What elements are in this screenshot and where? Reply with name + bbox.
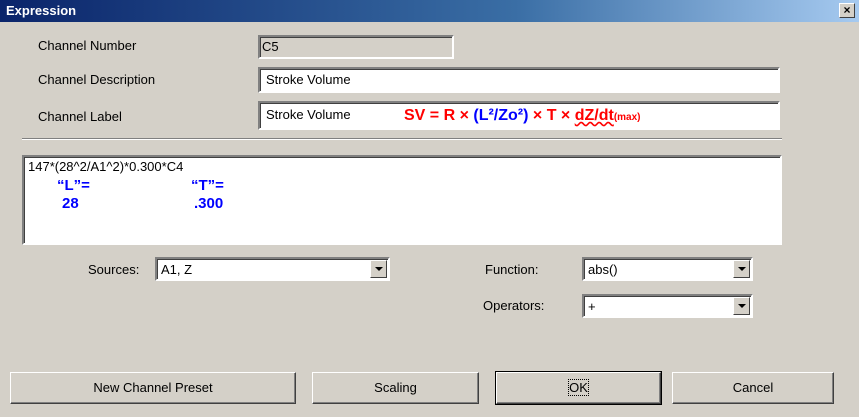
ok-button[interactable]: OK [495, 371, 662, 405]
scaling-button[interactable]: Scaling [312, 372, 479, 404]
chevron-down-icon[interactable] [733, 297, 750, 315]
channel-description-input[interactable]: Stroke Volume [258, 67, 780, 93]
formula-annotation: SV = R × (L²/Zo²) × T × dZ/dt(max) [404, 107, 641, 125]
channel-number-value: C5 [262, 39, 279, 54]
new-channel-preset-button[interactable]: New Channel Preset [10, 372, 296, 404]
channel-label-label: Channel Label [38, 109, 122, 124]
operators-value: + [588, 299, 596, 314]
cancel-button[interactable]: Cancel [672, 372, 834, 404]
expression-editor[interactable]: 147*(28^2/A1^2)*0.300*C4 “L”= 28 “T”= .3… [22, 155, 782, 245]
title-bar: Expression × [0, 0, 859, 22]
function-label: Function: [485, 262, 539, 277]
close-icon[interactable]: × [839, 3, 855, 18]
chevron-down-icon[interactable] [733, 260, 750, 278]
chevron-down-icon[interactable] [370, 260, 387, 278]
sources-dropdown[interactable]: A1, Z [155, 257, 390, 281]
channel-number-label: Channel Number [38, 38, 137, 53]
channel-description-label: Channel Description [38, 72, 156, 87]
operators-label: Operators: [483, 298, 545, 313]
channel-label-value: Stroke Volume [266, 107, 351, 122]
formula-dzdt: dZ/dt [574, 107, 614, 124]
ok-button-label: OK [568, 379, 589, 396]
formula-sv: SV = R × [404, 107, 469, 124]
function-value: abs() [588, 262, 618, 277]
formula-times-t: × T × [532, 107, 571, 124]
channel-description-value: Stroke Volume [266, 72, 351, 87]
formula-l2: (L²/Zo²) [473, 107, 529, 124]
annotation-t-value: .300 [194, 195, 224, 212]
sources-value: A1, Z [161, 262, 193, 277]
function-dropdown[interactable]: abs() [582, 257, 753, 281]
channel-number-field: C5 [258, 35, 454, 59]
formula-max: (max) [613, 112, 641, 123]
annotation-l-value: 28 [62, 195, 79, 212]
separator [22, 138, 782, 140]
annotation-l-name: “L”= [57, 177, 90, 194]
annotation-t-name: “T”= [191, 177, 224, 194]
window-title: Expression [6, 3, 77, 18]
expression-text: 147*(28^2/A1^2)*0.300*C4 [28, 159, 184, 174]
operators-dropdown[interactable]: + [582, 294, 753, 318]
sources-label: Sources: [88, 262, 140, 277]
expression-dialog: Expression × Channel Number C5 Channel D… [0, 0, 859, 417]
